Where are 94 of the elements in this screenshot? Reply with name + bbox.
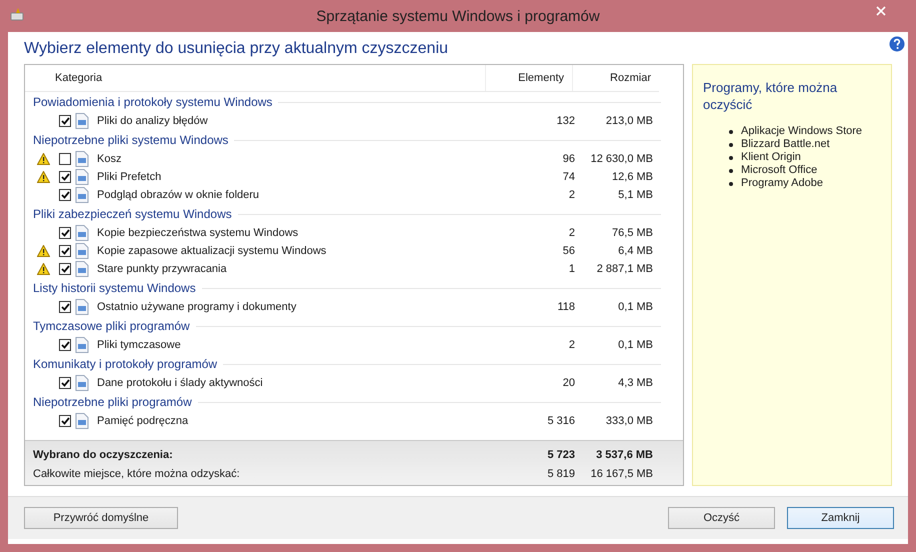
file-icon — [75, 299, 89, 315]
program-item: Blizzard Battle.net — [741, 138, 830, 151]
checkbox[interactable] — [59, 377, 71, 389]
item-size: 6,4 MB — [617, 245, 654, 257]
checkbox[interactable] — [59, 339, 71, 351]
total-count: 5 723 — [546, 448, 576, 460]
item-count: 56 — [562, 245, 576, 257]
checkbox[interactable] — [59, 263, 71, 275]
checkbox[interactable] — [59, 301, 71, 313]
item-name: Dane protokołu i ślady aktywności — [97, 377, 263, 389]
total-count: 5 819 — [546, 468, 576, 480]
file-icon — [75, 261, 89, 277]
bullet-icon — [729, 182, 733, 186]
item-size: 12 630,0 MB — [590, 153, 654, 165]
item-name: Kopie bezpieczeństwa systemu Windows — [97, 227, 298, 239]
item-size: 5,1 MB — [617, 189, 654, 201]
item-count: 2 — [568, 189, 576, 201]
program-item: Klient Origin — [741, 151, 801, 164]
total-size: 16 167,5 MB — [590, 468, 654, 480]
dialog-button[interactable]: Zamknij — [787, 507, 894, 529]
item-name: Pliki tymczasowe — [97, 339, 181, 351]
bullet-icon — [729, 156, 733, 160]
item-count: 5 316 — [546, 415, 576, 427]
window-title: Sprzątanie systemu Windows i programów — [315, 8, 601, 24]
group-title: Komunikaty i protokoły programów — [33, 357, 218, 371]
program-item: Microsoft Office — [741, 164, 818, 177]
heading: Wybierz elementy do usunięcia przy aktualnym czyszczeniu — [24, 40, 450, 58]
item-name: Kosz — [97, 153, 122, 165]
item-name: Stare punkty przywracania — [97, 263, 227, 275]
column-header[interactable]: Rozmiar — [572, 65, 659, 91]
group-title: Tymczasowe pliki programów — [33, 319, 190, 333]
item-count: 132 — [556, 115, 576, 127]
item-count: 118 — [556, 301, 576, 313]
file-icon — [75, 243, 89, 259]
checkbox[interactable] — [59, 115, 71, 127]
file-icon — [75, 187, 89, 203]
item-count: 96 — [562, 153, 576, 165]
item-size: 333,0 MB — [604, 415, 654, 427]
item-name: Pliki do analizy błędów — [97, 115, 208, 127]
item-size: 213,0 MB — [604, 115, 654, 127]
panel-title: Programy, które można oczyścić — [703, 79, 838, 113]
bullet-icon — [729, 130, 733, 134]
group-title: Powiadomienia i protokoły systemu Windows — [33, 95, 272, 109]
checkbox[interactable] — [59, 171, 71, 183]
item-count: 2 — [568, 339, 576, 351]
total-label: Wybrano do oczyszczenia: — [33, 448, 173, 460]
bullet-icon — [729, 142, 733, 146]
group-title: Listy historii systemu Windows — [33, 281, 196, 295]
app-icon — [10, 8, 26, 22]
file-icon — [75, 151, 89, 167]
total-label: Całkowite miejsce, które można odzyskać: — [33, 468, 240, 480]
file-icon — [75, 169, 89, 185]
program-item: Programy Adobe — [741, 177, 823, 190]
file-icon — [75, 113, 89, 129]
warning-icon — [36, 171, 50, 183]
item-count: 20 — [562, 377, 576, 389]
file-icon — [75, 375, 89, 391]
warning-icon — [36, 263, 50, 275]
item-size: 12,6 MB — [611, 171, 654, 183]
item-name: Ostatnio używane programy i dokumenty — [97, 301, 296, 313]
item-name: Podgląd obrazów w oknie folderu — [97, 189, 260, 201]
item-name: Pamięć podręczna — [97, 415, 188, 427]
item-name: Kopie zapasowe aktualizacji systemu Windows — [97, 245, 326, 257]
dialog-button[interactable]: Oczyść — [668, 507, 775, 529]
item-count: 74 — [562, 171, 576, 183]
item-size: 76,5 MB — [611, 227, 654, 239]
help-icon[interactable] — [889, 36, 905, 52]
item-count: 1 — [568, 263, 576, 275]
column-header[interactable]: Elementy — [485, 65, 572, 91]
close-icon — [876, 6, 886, 16]
total-size: 3 537,6 MB — [595, 448, 654, 460]
warning-icon — [36, 245, 50, 257]
item-name: Pliki Prefetch — [97, 171, 162, 183]
group-title: Niepotrzebne pliki systemu Windows — [33, 133, 228, 147]
item-size: 4,3 MB — [617, 377, 654, 389]
column-header[interactable]: Kategoria — [25, 72, 485, 84]
checkbox[interactable] — [59, 189, 71, 201]
checkbox[interactable] — [59, 245, 71, 257]
item-size: 0,1 MB — [617, 301, 654, 313]
group-title: Niepotrzebne pliki programów — [33, 395, 192, 409]
file-icon — [75, 225, 89, 241]
group-title: Pliki zabezpieczeń systemu Windows — [33, 207, 232, 221]
checkbox[interactable] — [59, 227, 71, 239]
warning-icon — [36, 153, 50, 165]
checkbox[interactable] — [59, 415, 71, 427]
item-size: 2 887,1 MB — [596, 263, 654, 275]
item-count: 2 — [568, 227, 576, 239]
file-icon — [75, 413, 89, 429]
program-item: Aplikacje Windows Store — [741, 125, 862, 138]
bullet-icon — [729, 168, 733, 172]
file-icon — [75, 337, 89, 353]
checkbox[interactable] — [59, 153, 71, 165]
dialog-button[interactable]: Przywróć domyślne — [24, 507, 178, 529]
item-size: 0,1 MB — [617, 339, 654, 351]
